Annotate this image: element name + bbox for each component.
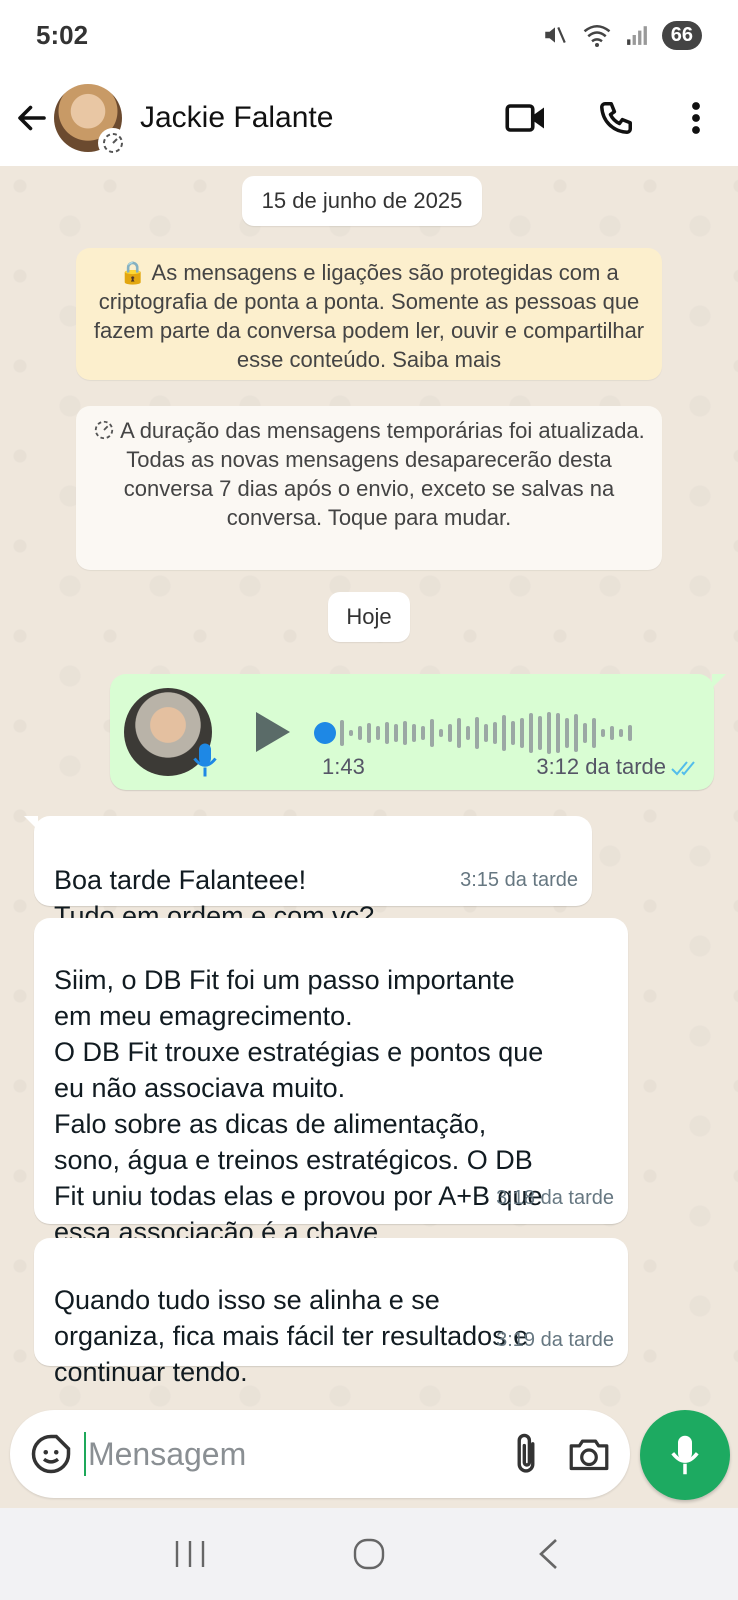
back-nav-button[interactable] <box>508 1524 588 1584</box>
encryption-notice[interactable]: 🔒 As mensagens e ligações são protegidas… <box>76 248 662 380</box>
attach-button[interactable] <box>508 1426 544 1482</box>
emoji-icon <box>31 1434 71 1474</box>
double-check-icon <box>671 761 695 776</box>
voice-message[interactable]: 1:43 3:12 da tarde <box>110 674 726 790</box>
mute-icon <box>545 26 566 44</box>
playback-slider-thumb[interactable] <box>314 722 336 744</box>
chat-header: Jackie Falante <box>0 70 738 166</box>
back-icon <box>539 1539 558 1569</box>
status-time: 5:02 <box>36 19 89 50</box>
message-composer <box>10 1410 630 1498</box>
wifi-icon <box>583 25 611 47</box>
contact-name[interactable]: Jackie Falante <box>140 101 496 135</box>
encryption-notice-text: 🔒 As mensagens e ligações são protegidas… <box>93 260 645 372</box>
message-text: Quando tudo isso se alinha e se organiza… <box>54 1285 529 1387</box>
message-time: 3:19 da tarde <box>496 1329 614 1351</box>
today-separator: Hoje <box>328 592 410 642</box>
emoji-button[interactable] <box>30 1426 72 1482</box>
recent-apps-icon <box>175 1541 204 1567</box>
battery-level: 66 <box>661 20 702 50</box>
camera-button[interactable] <box>568 1426 610 1482</box>
phone-icon <box>600 102 632 134</box>
home-button[interactable] <box>329 1524 409 1584</box>
date-separator: 15 de junho de 2025 <box>242 176 482 226</box>
disappearing-messages-notice[interactable]: A duração das mensagens temporárias foi … <box>76 406 662 570</box>
signal-icon <box>626 26 647 45</box>
message-bubble[interactable]: Boa tarde Falanteee! Tudo em ordem e com… <box>24 816 592 931</box>
message-time: 3:18 da tarde <box>496 1187 614 1209</box>
message-bubble[interactable]: Siim, o DB Fit foi um passo importante e… <box>34 918 628 1247</box>
attach-icon <box>517 1433 535 1473</box>
message-text: Siim, o DB Fit foi um passo importante e… <box>54 965 544 1247</box>
home-icon <box>353 1538 385 1570</box>
system-navigation-bar <box>0 1508 738 1600</box>
disappearing-notice-text: A duração das mensagens temporárias foi … <box>120 418 645 530</box>
status-bar: 5:02 66 <box>0 0 738 70</box>
voice-call-button[interactable] <box>586 88 646 148</box>
chat-area[interactable]: 15 de junho de 2025 🔒 As mensagens e lig… <box>0 166 738 1410</box>
message-bubble[interactable]: Quando tudo isso se alinha e se organiza… <box>34 1238 628 1387</box>
more-options-icon <box>692 102 700 134</box>
message-time: 3:12 da tarde <box>536 754 666 779</box>
play-icon[interactable] <box>252 708 292 756</box>
mic-icon <box>671 1435 699 1475</box>
disappearing-timer-icon <box>103 133 123 153</box>
mic-icon <box>193 743 217 777</box>
message-input[interactable] <box>87 1435 508 1473</box>
back-arrow-icon <box>18 105 46 131</box>
message-time: 3:15 da tarde <box>460 869 578 891</box>
more-options-button[interactable] <box>666 88 726 148</box>
contact-avatar[interactable] <box>54 84 128 158</box>
video-call-button[interactable] <box>496 88 556 148</box>
disappearing-timer-icon <box>95 420 114 440</box>
status-icons: 66 <box>542 20 702 50</box>
voice-duration: 1:43 <box>322 754 365 779</box>
disappearing-timer-badge <box>98 128 128 158</box>
camera-icon <box>569 1439 609 1471</box>
text-cursor <box>84 1432 86 1476</box>
video-call-icon <box>505 104 544 132</box>
voice-record-button[interactable] <box>640 1410 730 1500</box>
recent-apps-button[interactable] <box>150 1524 230 1584</box>
